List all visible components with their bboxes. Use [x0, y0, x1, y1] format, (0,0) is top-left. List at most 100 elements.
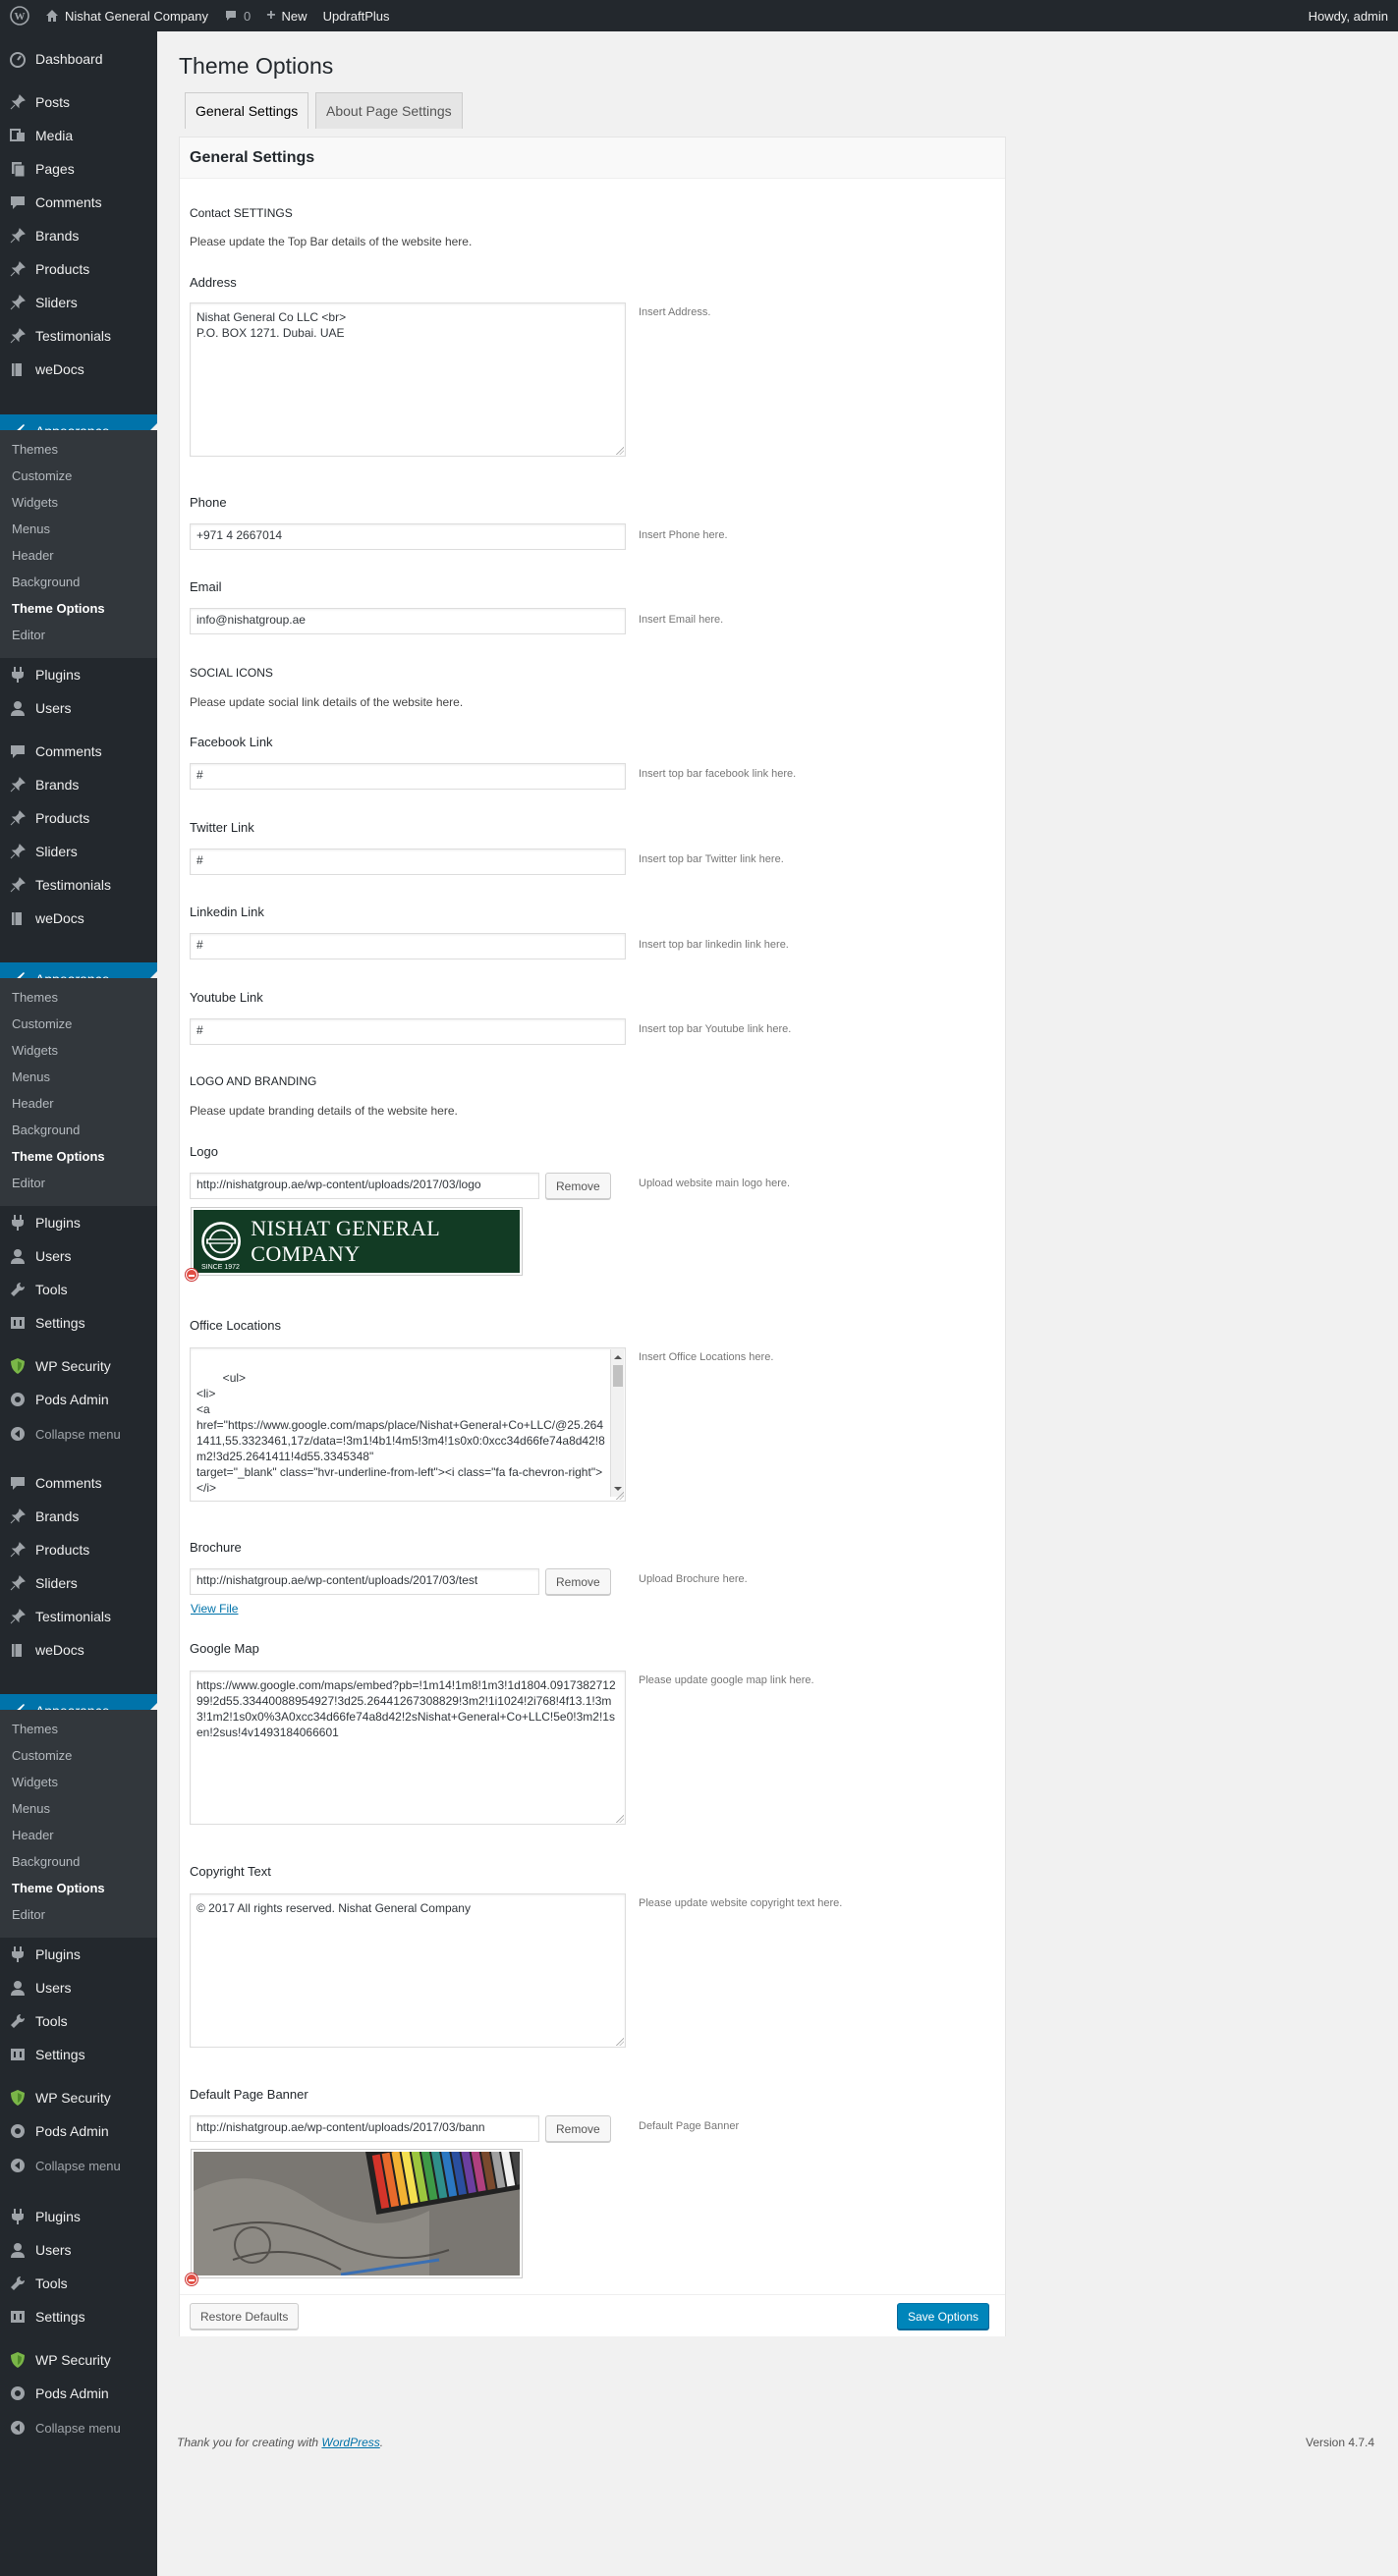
resize-grip-icon[interactable]: [616, 1492, 624, 1500]
brochure-remove-button[interactable]: Remove: [545, 1568, 611, 1595]
logo-remove-button[interactable]: Remove: [545, 1173, 611, 1199]
menu-item-plugins[interactable]: Plugins: [0, 2200, 157, 2233]
submenu-widgets[interactable]: Widgets: [12, 1769, 58, 1795]
twitter-input[interactable]: #: [190, 849, 626, 875]
wordpress-logo-icon[interactable]: W: [0, 0, 37, 31]
menu-item-brands[interactable]: Brands: [0, 1500, 157, 1533]
submenu-background[interactable]: Background: [12, 569, 80, 595]
menu-item-wp-security[interactable]: WP Security: [0, 2081, 157, 2114]
menu-item-comments[interactable]: Comments: [0, 186, 157, 219]
submenu-themes[interactable]: Themes: [12, 1716, 58, 1742]
save-options-button[interactable]: Save Options: [897, 2303, 990, 2329]
submenu-menus[interactable]: Menus: [12, 1795, 50, 1822]
submenu-menus[interactable]: Menus: [12, 1064, 50, 1090]
menu-item-wedocs[interactable]: weDocs: [0, 353, 157, 386]
new-content-link[interactable]: + New: [258, 0, 314, 31]
submenu-widgets[interactable]: Widgets: [12, 1037, 58, 1064]
menu-item-testimonials[interactable]: Testimonials: [0, 1600, 157, 1633]
logo-remove-icon[interactable]: [186, 1269, 197, 1281]
submenu-header[interactable]: Header: [12, 542, 54, 569]
menu-item-plugins[interactable]: Plugins: [0, 658, 157, 691]
resize-grip-icon[interactable]: [616, 447, 624, 455]
menu-item-products[interactable]: Products: [0, 252, 157, 286]
submenu-editor[interactable]: Editor: [12, 1170, 45, 1196]
menu-item-plugins[interactable]: Plugins: [0, 1206, 157, 1239]
site-name-link[interactable]: Nishat General Company: [37, 0, 216, 31]
menu-item-users[interactable]: Users: [0, 1971, 157, 2004]
menu-item-collapse-menu[interactable]: Collapse menu: [0, 2411, 157, 2444]
menu-item-collapse-menu[interactable]: Collapse menu: [0, 1417, 157, 1451]
menu-item-wp-security[interactable]: WP Security: [0, 1349, 157, 1383]
menu-item-brands[interactable]: Brands: [0, 219, 157, 252]
view-file-link[interactable]: View File: [191, 1602, 238, 1616]
menu-item-sliders[interactable]: Sliders: [0, 835, 157, 868]
menu-item-pods-admin[interactable]: Pods Admin: [0, 2114, 157, 2148]
menu-item-pods-admin[interactable]: Pods Admin: [0, 2377, 157, 2410]
submenu-editor[interactable]: Editor: [12, 1901, 45, 1928]
menu-item-brands[interactable]: Brands: [0, 768, 157, 801]
office-scrollbar[interactable]: [610, 1349, 624, 1497]
menu-item-users[interactable]: Users: [0, 1239, 157, 1273]
comments-link[interactable]: 0: [216, 0, 258, 31]
tab-general-settings[interactable]: General Settings: [185, 92, 309, 129]
menu-item-wedocs[interactable]: weDocs: [0, 902, 157, 935]
menu-item-pages[interactable]: Pages: [0, 152, 157, 186]
submenu-theme-options[interactable]: Theme Options: [12, 1143, 105, 1170]
youtube-input[interactable]: #: [190, 1018, 626, 1045]
address-textarea[interactable]: Nishat General Co LLC <br> P.O. BOX 1271…: [190, 302, 626, 457]
restore-defaults-button[interactable]: Restore Defaults: [190, 2303, 300, 2329]
menu-item-comments[interactable]: Comments: [0, 735, 157, 768]
resize-grip-icon[interactable]: [616, 2038, 624, 2046]
menu-item-products[interactable]: Products: [0, 801, 157, 835]
menu-item-products[interactable]: Products: [0, 1533, 157, 1566]
banner-remove-button[interactable]: Remove: [545, 2115, 611, 2142]
google-map-textarea[interactable]: https://www.google.com/maps/embed?pb=!1m…: [190, 1671, 626, 1825]
menu-item-users[interactable]: Users: [0, 691, 157, 725]
menu-item-testimonials[interactable]: Testimonials: [0, 868, 157, 902]
submenu-customize[interactable]: Customize: [12, 1742, 72, 1769]
menu-item-tools[interactable]: Tools: [0, 2004, 157, 2038]
submenu-theme-options[interactable]: Theme Options: [12, 595, 105, 622]
submenu-header[interactable]: Header: [12, 1090, 54, 1117]
menu-item-settings[interactable]: Settings: [0, 1306, 157, 1340]
wordpress-link[interactable]: WordPress: [321, 2436, 379, 2449]
tab-about-page-settings[interactable]: About Page Settings: [315, 92, 463, 129]
menu-item-testimonials[interactable]: Testimonials: [0, 319, 157, 353]
menu-item-settings[interactable]: Settings: [0, 2038, 157, 2071]
banner-url-input[interactable]: http://nishatgroup.ae/wp-content/uploads…: [190, 2115, 539, 2142]
submenu-menus[interactable]: Menus: [12, 516, 50, 542]
my-account-link[interactable]: Howdy, admin: [1301, 0, 1398, 31]
menu-item-wp-security[interactable]: WP Security: [0, 2343, 157, 2377]
menu-item-plugins[interactable]: Plugins: [0, 1938, 157, 1971]
brochure-url-input[interactable]: http://nishatgroup.ae/wp-content/uploads…: [190, 1568, 539, 1595]
submenu-header[interactable]: Header: [12, 1822, 54, 1848]
resize-grip-icon[interactable]: [616, 1815, 624, 1823]
menu-item-users[interactable]: Users: [0, 2233, 157, 2267]
phone-input[interactable]: +971 4 2667014: [190, 523, 626, 550]
updraftplus-link[interactable]: UpdraftPlus: [315, 0, 398, 31]
logo-url-input[interactable]: http://nishatgroup.ae/wp-content/uploads…: [190, 1173, 539, 1199]
linkedin-input[interactable]: #: [190, 933, 626, 959]
menu-item-tools[interactable]: Tools: [0, 2267, 157, 2300]
menu-item-wedocs[interactable]: weDocs: [0, 1633, 157, 1667]
menu-item-dashboard[interactable]: Dashboard: [0, 42, 157, 76]
menu-item-posts[interactable]: Posts: [0, 85, 157, 119]
menu-item-sliders[interactable]: Sliders: [0, 1566, 157, 1600]
email-input[interactable]: info@nishatgroup.ae: [190, 608, 626, 634]
copyright-textarea[interactable]: © 2017 All rights reserved. Nishat Gener…: [190, 1893, 626, 2048]
submenu-background[interactable]: Background: [12, 1848, 80, 1875]
menu-item-settings[interactable]: Settings: [0, 2300, 157, 2333]
submenu-customize[interactable]: Customize: [12, 1011, 72, 1037]
submenu-editor[interactable]: Editor: [12, 622, 45, 648]
menu-item-collapse-menu[interactable]: Collapse menu: [0, 2149, 157, 2182]
submenu-widgets[interactable]: Widgets: [12, 489, 58, 516]
submenu-themes[interactable]: Themes: [12, 984, 58, 1011]
menu-item-pods-admin[interactable]: Pods Admin: [0, 1383, 157, 1416]
menu-item-sliders[interactable]: Sliders: [0, 286, 157, 319]
submenu-background[interactable]: Background: [12, 1117, 80, 1143]
menu-item-comments[interactable]: Comments: [0, 1466, 157, 1500]
office-locations-textarea[interactable]: <ul> <li> <a href="https://www.google.co…: [190, 1347, 626, 1502]
submenu-customize[interactable]: Customize: [12, 463, 72, 489]
submenu-theme-options[interactable]: Theme Options: [12, 1875, 105, 1901]
submenu-themes[interactable]: Themes: [12, 436, 58, 463]
